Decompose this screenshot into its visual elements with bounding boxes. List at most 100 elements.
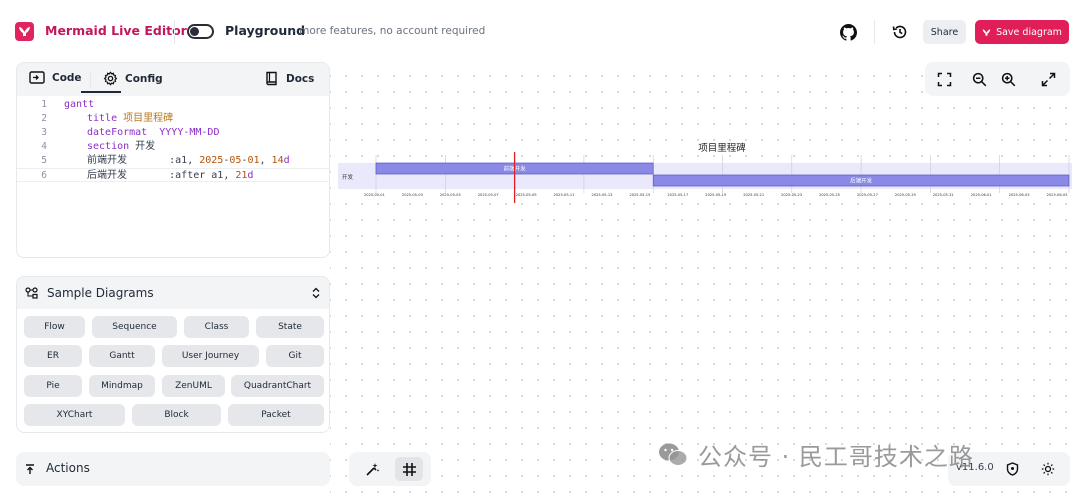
code-keyword: section — [87, 141, 130, 152]
toggle-knob — [190, 27, 199, 36]
sample-gantt-button[interactable]: Gantt — [89, 345, 155, 367]
theme-toggle-icon[interactable] — [1040, 461, 1056, 477]
watermark-text: 公众号 · 民工哥技术之路 — [698, 443, 974, 471]
sample-mindmap-button[interactable]: Mindmap — [89, 375, 155, 397]
code-text: :after a1, — [127, 170, 236, 181]
gantt-tick-label: 2025-05-29 — [895, 193, 917, 197]
code-icon — [29, 71, 45, 84]
diagram-icon — [25, 287, 38, 299]
sample-user-journey-button[interactable]: User Journey — [162, 345, 259, 367]
tab-config[interactable]: Config — [103, 71, 163, 86]
sample-diagrams-title: Sample Diagrams — [47, 286, 154, 300]
actions-title: Actions — [46, 461, 90, 475]
share-button[interactable]: Share — [923, 20, 966, 44]
tab-code-label: Code — [52, 71, 82, 84]
gantt-tick-label: 2025-05-05 — [440, 193, 461, 197]
watermark: 公众号 · 民工哥技术之路 — [658, 437, 974, 472]
gantt-task-label: 后端开发 — [850, 177, 873, 185]
canvas-tools — [349, 452, 431, 486]
code-text: :a1, — [127, 155, 200, 166]
shield-icon[interactable] — [1004, 461, 1020, 477]
code-number: 21 — [235, 170, 248, 181]
code-number: 2025 — [199, 155, 224, 166]
code-line: 4 section 开发 — [17, 140, 329, 154]
gantt-tick-label: 2025-05-25 — [819, 193, 840, 197]
code-text: 后端开发 — [87, 170, 127, 181]
sample-sequence-button[interactable]: Sequence — [92, 316, 177, 338]
gantt-tick-label: 2025-05-01 — [364, 193, 385, 197]
tab-config-label: Config — [125, 72, 163, 85]
sample-class-button[interactable]: Class — [184, 316, 249, 338]
sample-er-button[interactable]: ER — [24, 345, 82, 367]
save-diagram-label: Save diagram — [996, 26, 1062, 38]
sample-git-button[interactable]: Git — [266, 345, 324, 367]
code-editor-panel: Code Config Docs 1 gantt 2 title 项目里程碑 3 da… — [16, 62, 330, 258]
code-text: gantt — [64, 99, 95, 110]
save-diagram-button[interactable]: Save diagram — [975, 20, 1069, 44]
mermaid-icon — [982, 28, 991, 36]
code-line-active: 6 后端开发 :after a1, 21d — [17, 168, 329, 182]
actions-panel[interactable]: Actions — [16, 452, 330, 486]
code-text: 前端开发 — [87, 155, 127, 166]
playground-toggle[interactable] — [187, 24, 214, 39]
code-number: 05 — [229, 155, 242, 166]
code-line: 1 gantt — [17, 98, 329, 112]
zoom-in-icon[interactable] — [999, 70, 1017, 88]
sample-diagrams-header[interactable]: Sample Diagrams — [17, 277, 329, 309]
sample-quadrantchart-button[interactable]: QuadrantChart — [231, 375, 324, 397]
gantt-tick-label: 2025-05-17 — [667, 193, 688, 197]
active-tab-indicator — [81, 91, 121, 93]
book-icon — [266, 71, 277, 86]
gantt-title: 项目里程碑 — [698, 142, 746, 154]
sample-block-button[interactable]: Block — [132, 404, 221, 426]
diagram-canvas[interactable] — [330, 62, 1080, 497]
code-keyword: title — [87, 113, 118, 124]
pan-zoom-icon[interactable] — [363, 460, 381, 478]
app-title[interactable]: Mermaid Live Editor — [45, 23, 187, 38]
code-text: , — [259, 155, 272, 166]
sample-flow-button[interactable]: Flow — [24, 316, 85, 338]
gantt-tick-label: 2025-05-09 — [516, 193, 538, 197]
playground-subtitle: - more features, no account required — [292, 25, 486, 37]
code-text-area[interactable]: 1 gantt 2 title 项目里程碑 3 dateFormat YYYY-MM-… — [17, 96, 329, 182]
history-icon[interactable] — [890, 22, 910, 42]
sample-state-button[interactable]: State — [256, 316, 324, 338]
divider — [90, 71, 91, 89]
gantt-tick-label: 2025-05-27 — [857, 193, 878, 197]
code-line: 3 dateFormat YYYY-MM-DD — [17, 126, 329, 140]
mermaid-logo-icon[interactable] — [15, 22, 34, 41]
zoom-out-icon[interactable] — [970, 70, 988, 88]
sample-packet-button[interactable]: Packet — [228, 404, 324, 426]
gantt-tick-label: 2025-05-31 — [933, 193, 954, 197]
sample-zenuml-button[interactable]: ZenUML — [162, 375, 225, 397]
code-number: 01 — [247, 155, 260, 166]
code-line: 2 title 项目里程碑 — [17, 112, 329, 126]
tab-code[interactable]: Code — [29, 71, 82, 84]
code-text: d — [283, 155, 290, 166]
code-text: 开发 — [129, 141, 156, 152]
gantt-tick-label: 2025-05-13 — [592, 193, 613, 197]
gantt-tick-label: 2025-06-05 — [1047, 193, 1068, 197]
line-number: 3 — [41, 127, 47, 138]
gantt-tick-label: 2025-05-19 — [705, 193, 727, 197]
sample-diagrams-panel: Sample Diagrams Flow Sequence Class Stat… — [16, 276, 330, 433]
fullscreen-icon[interactable] — [1039, 70, 1057, 88]
gantt-tick-label: 2025-05-21 — [743, 193, 764, 197]
code-text: 项目里程碑 — [117, 113, 174, 124]
line-number: 6 — [41, 170, 47, 181]
github-icon[interactable] — [838, 22, 858, 42]
line-number: 4 — [41, 141, 47, 152]
gantt-section-label: 开发 — [342, 173, 354, 181]
zoom-toolbar — [925, 62, 1070, 96]
line-number: 1 — [41, 99, 47, 110]
sample-pie-button[interactable]: Pie — [24, 375, 82, 397]
sample-xychart-button[interactable]: XYChart — [24, 404, 125, 426]
code-text: YYYY-MM-DD — [147, 127, 220, 138]
code-text: d — [247, 170, 254, 181]
grid-toggle-button[interactable] — [395, 457, 423, 481]
fit-view-icon[interactable] — [935, 70, 953, 88]
gantt-tick-label: 2025-05-11 — [554, 193, 575, 197]
grid-icon — [402, 462, 416, 476]
docs-link[interactable]: Docs — [265, 71, 314, 86]
collapse-icon[interactable] — [311, 287, 321, 299]
